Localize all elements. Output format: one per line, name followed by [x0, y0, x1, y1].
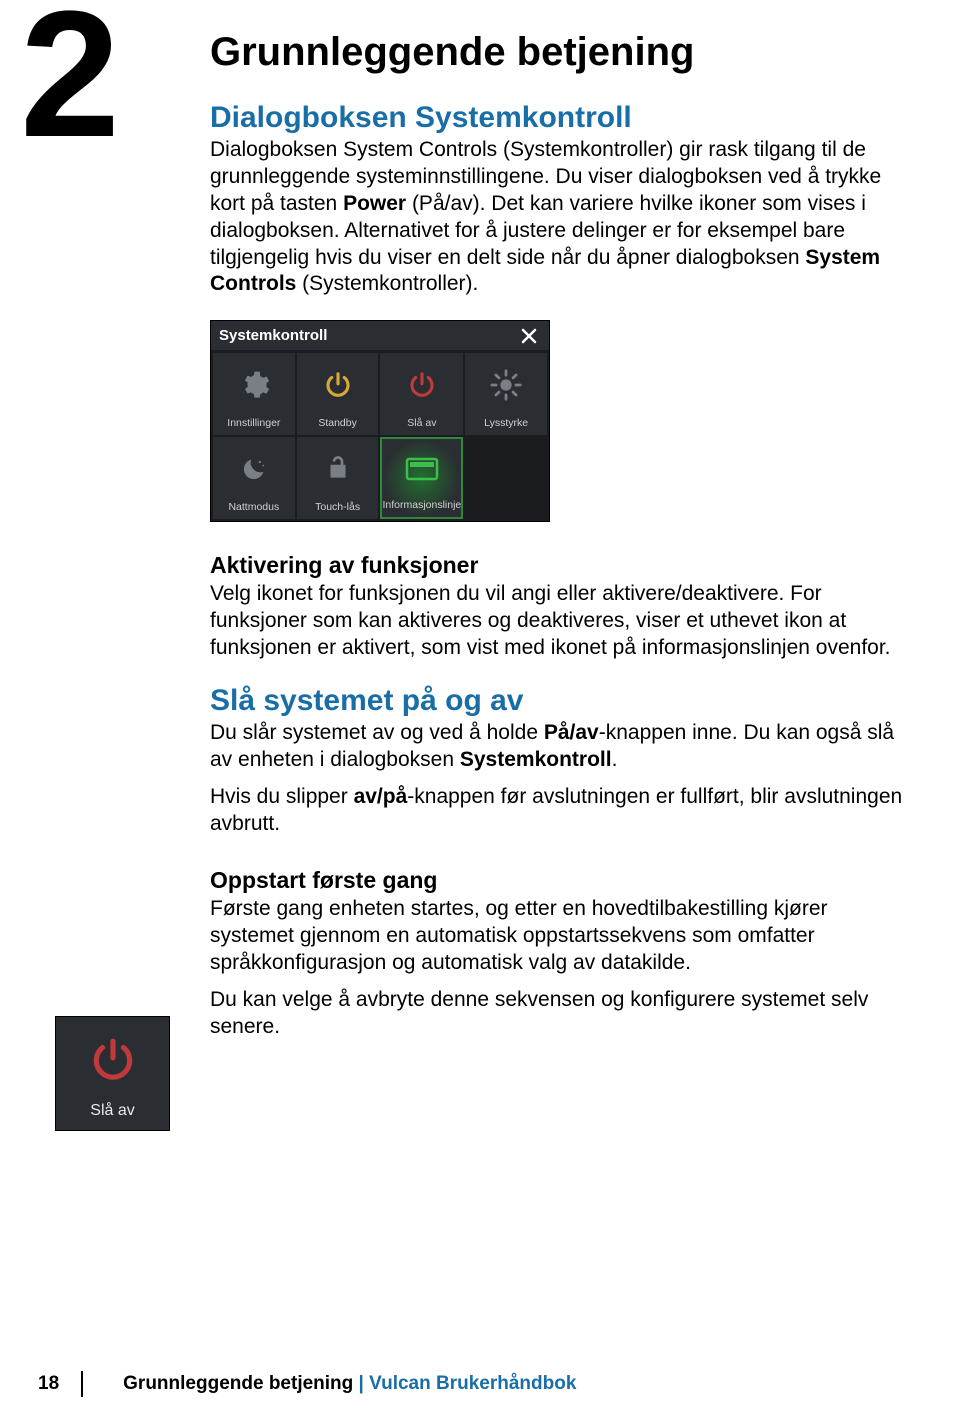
tile-label: Lysstyrke	[484, 417, 528, 429]
page-number: 18	[38, 1373, 59, 1395]
heading-slaa-systemet: Slå systemet på og av	[210, 684, 910, 718]
tile-label: Slå av	[407, 417, 436, 429]
page-content: Grunnleggende betjening Dialogboksen Sys…	[210, 30, 910, 1063]
heading-oppstart: Oppstart første gang	[210, 867, 910, 894]
tile-standby[interactable]: Standby	[297, 353, 379, 435]
paragraph-oppstart-1: Første gang enheten startes, og etter en…	[210, 896, 910, 977]
moon-icon	[240, 437, 268, 501]
side-tile-label: Slå av	[90, 1102, 134, 1120]
footer-separator	[81, 1371, 83, 1397]
brightness-icon	[489, 353, 523, 417]
paragraph-slaa-1: Du slår systemet av og ved å holde På/av…	[210, 720, 910, 774]
text: (Systemkontroller).	[296, 272, 478, 295]
info-bar-icon	[405, 439, 439, 499]
paragraph-aktivering: Velg ikonet for funksjonen du vil angi e…	[210, 581, 910, 662]
paragraph-slaa-2: Hvis du slipper av/på-knappen før avslut…	[210, 784, 910, 838]
tile-nattmodus[interactable]: Nattmodus	[213, 437, 295, 519]
tile-innstillinger[interactable]: Innstillinger	[213, 353, 295, 435]
text-bold: På/av	[544, 721, 599, 744]
close-icon[interactable]	[517, 328, 541, 344]
section-slaa-paa-av: Slå systemet på og av Du slår systemet a…	[210, 684, 910, 838]
text: Du slår systemet av og ved å holde	[210, 721, 544, 744]
tile-label: Nattmodus	[228, 501, 279, 513]
footer-sep-text: |	[353, 1373, 369, 1394]
tile-lysstyrke[interactable]: Lysstyrke	[465, 353, 547, 435]
heading-dialogboksen: Dialogboksen Systemkontroll	[210, 101, 910, 135]
gear-icon	[238, 353, 270, 417]
dialog-grid: Innstillinger Standby Slå av Lysstyrke	[211, 351, 549, 521]
text: Hvis du slipper	[210, 785, 354, 808]
power-icon	[88, 1017, 138, 1102]
text-bold: av/på	[354, 785, 408, 808]
chapter-number: 2	[20, 0, 120, 165]
section-aktivering: Aktivering av funksjoner Velg ikonet for…	[210, 552, 910, 662]
tile-touch-laas[interactable]: Touch-lås	[297, 437, 379, 519]
dialog-title: Systemkontroll	[219, 327, 327, 344]
footer-chapter: Grunnleggende betjening	[123, 1373, 353, 1394]
systemkontroll-dialog: Systemkontroll Innstillinger Standby	[210, 320, 550, 522]
text-bold: Systemkontroll	[460, 748, 612, 771]
text-bold: Power	[343, 192, 406, 215]
footer-book: Vulcan Brukerhåndbok	[369, 1373, 576, 1394]
text: .	[612, 748, 618, 771]
tile-informasjonslinje[interactable]: Informasjonslinje	[380, 437, 463, 519]
power-icon	[323, 353, 353, 417]
page-footer: 18 Grunnleggende betjening | Vulcan Bruk…	[38, 1371, 576, 1397]
tile-label: Standby	[318, 417, 357, 429]
tile-label: Informasjonslinje	[382, 499, 461, 511]
side-tile-slaa-av[interactable]: Slå av	[55, 1016, 170, 1131]
tile-label: Innstillinger	[227, 417, 280, 429]
paragraph-oppstart-2: Du kan velge å avbryte denne sekvensen o…	[210, 987, 910, 1041]
section-dialog-systemkontroll: Dialogboksen Systemkontroll Dialogboksen…	[210, 101, 910, 298]
section-oppstart: Oppstart første gang Første gang enheten…	[210, 867, 910, 1040]
dialog-header: Systemkontroll	[211, 321, 549, 351]
heading-aktivering: Aktivering av funksjoner	[210, 552, 910, 579]
paragraph-dialogboksen: Dialogboksen System Controls (Systemkont…	[210, 137, 910, 298]
page-title: Grunnleggende betjening	[210, 30, 910, 75]
tile-label: Touch-lås	[315, 501, 360, 513]
tile-slaa-av[interactable]: Slå av	[380, 353, 463, 435]
lock-open-icon	[325, 437, 351, 501]
power-icon	[407, 353, 437, 417]
